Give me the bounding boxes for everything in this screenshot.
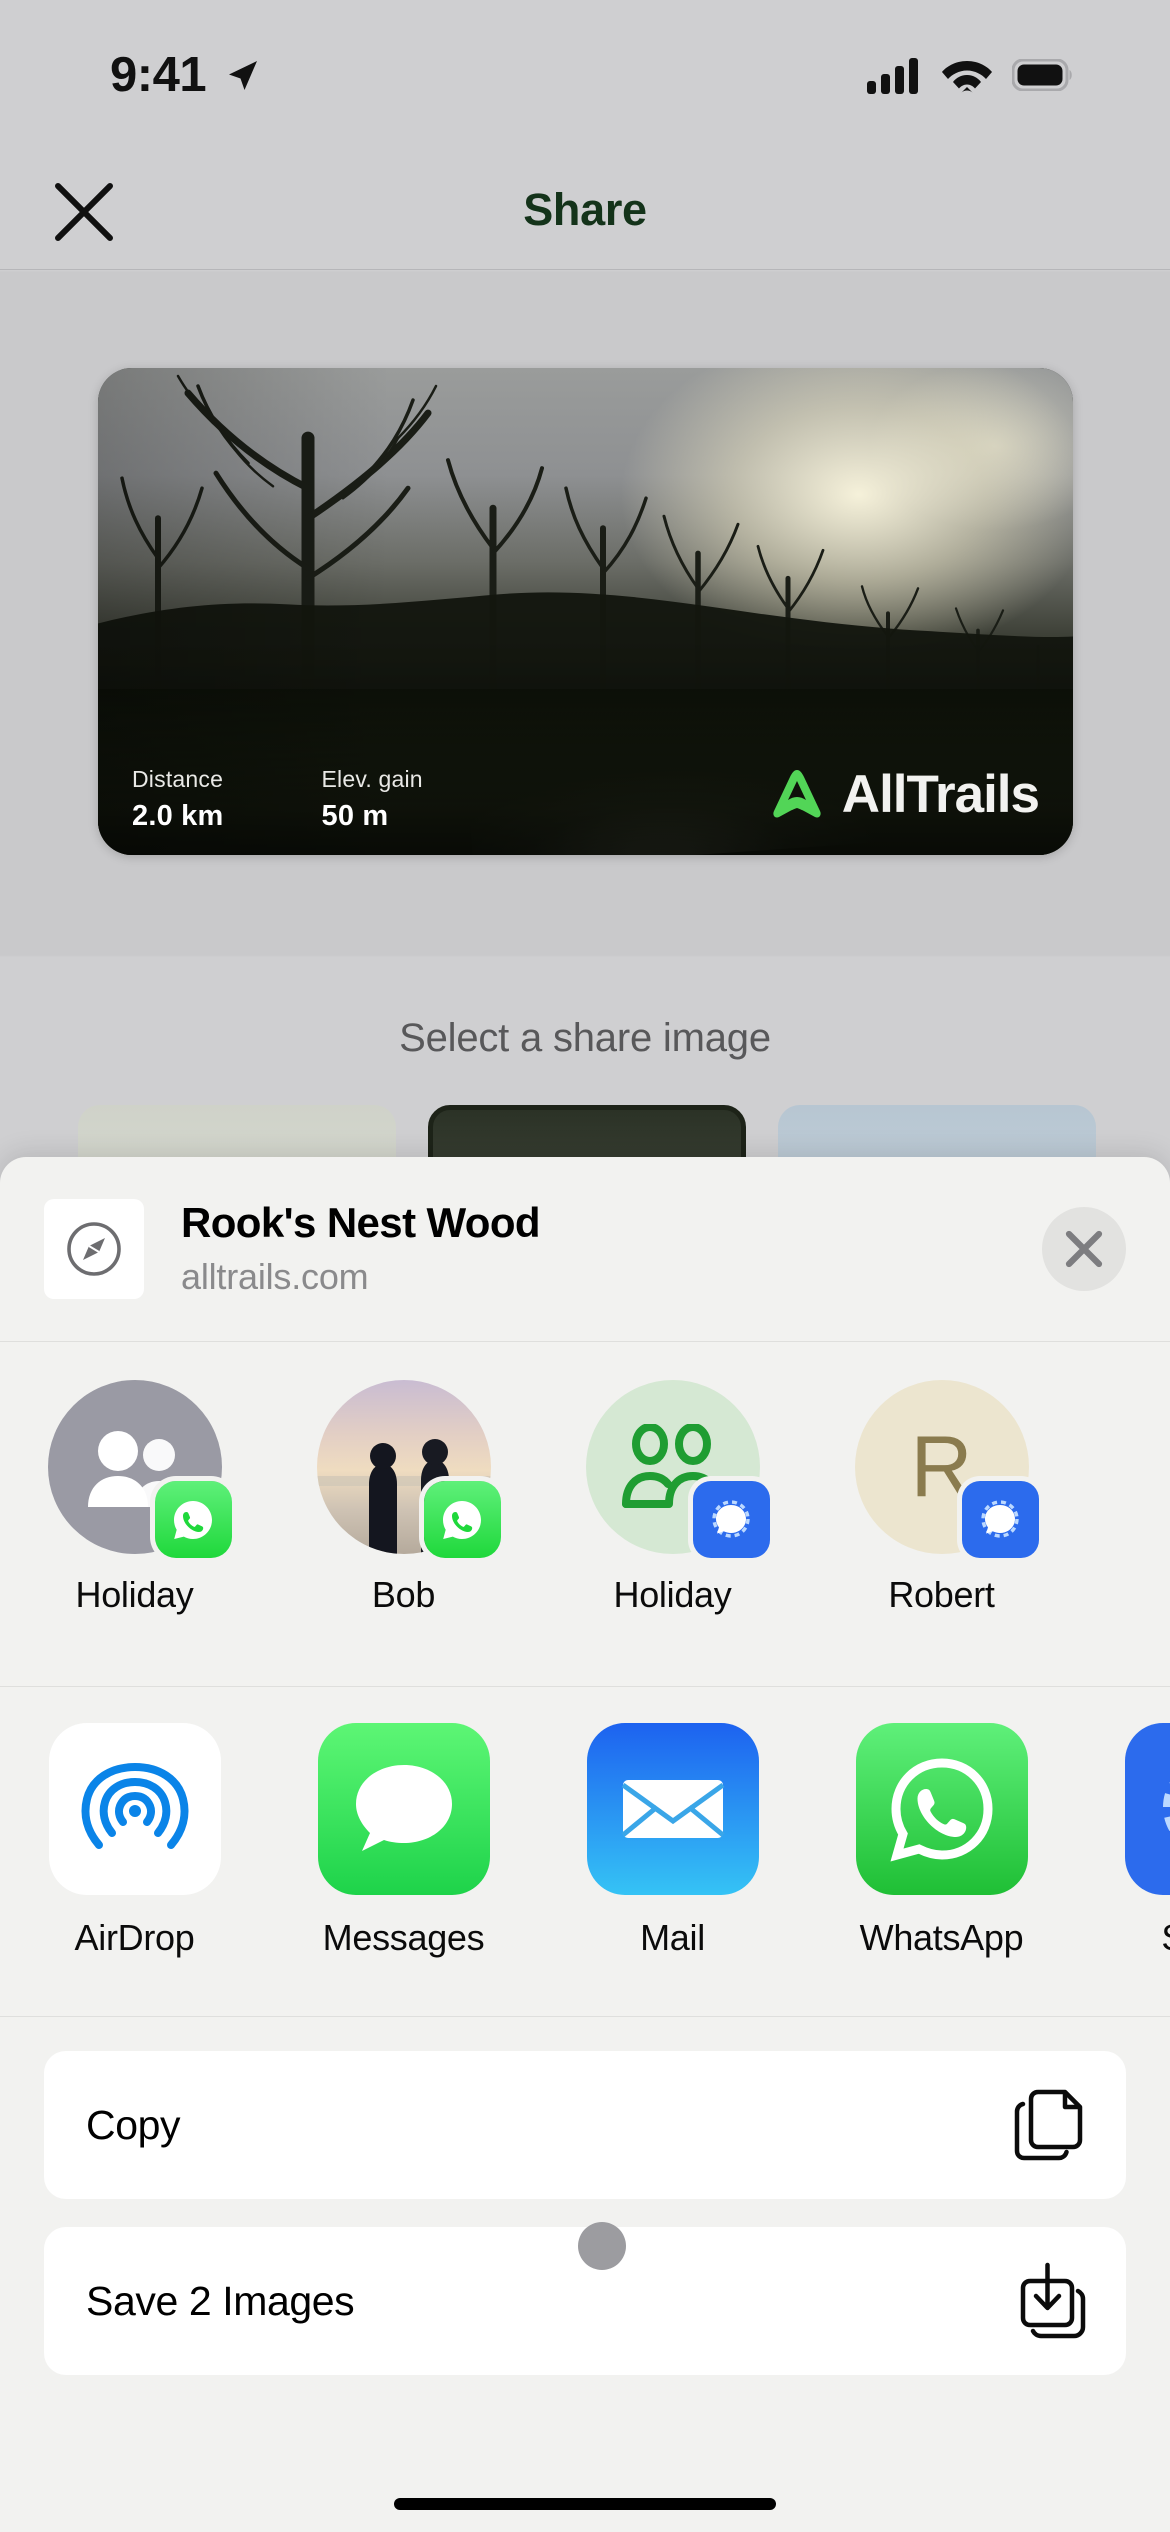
trail-share-card[interactable]: Distance 2.0 km Elev. gain 50 m AllTrail… [98, 368, 1073, 855]
stat-elevation: Elev. gain 50 m [322, 766, 423, 833]
action-label: Copy [86, 2101, 181, 2148]
status-bar-time: 9:41 [110, 48, 207, 102]
page-title: Share [523, 184, 647, 235]
contact-name: Holiday [75, 1574, 194, 1615]
messages-icon [317, 1723, 490, 1895]
touch-indicator [578, 2222, 626, 2270]
battery-full-icon [1012, 59, 1072, 91]
whatsapp-badge-icon [154, 1481, 232, 1558]
avatar-wrap [316, 1380, 501, 1558]
app-name: Signal [1161, 1917, 1170, 1959]
avatar-wrap [585, 1380, 770, 1558]
select-share-image-label: Select a share image [399, 1016, 771, 1060]
app-messages[interactable]: Messages [269, 1723, 538, 1959]
avatar-wrap: R [854, 1380, 1039, 1558]
app-signal[interactable]: Signal [1076, 1723, 1170, 1959]
app-name: Mail [640, 1917, 705, 1958]
suggested-contacts-row: Holiday Bob Holiday R Robert [0, 1342, 1170, 1687]
app-name: WhatsApp [859, 1917, 1024, 1958]
signal-badge-icon [692, 1481, 770, 1558]
status-bar: 9:41 [0, 0, 1170, 150]
ios-share-sheet: Rook's Nest Wood alltrails.com Holiday B… [0, 1157, 1170, 2532]
share-sheet-titles: Rook's Nest Wood alltrails.com [181, 1200, 1042, 1297]
signal-badge-icon [961, 1481, 1039, 1558]
stat-distance-value: 2.0 km [132, 800, 224, 832]
contact-name: Robert [888, 1574, 995, 1615]
stat-elevation-value: 50 m [321, 800, 389, 832]
stat-distance: Distance 2.0 km [132, 766, 224, 833]
app-airdrop[interactable]: AirDrop [0, 1723, 269, 1959]
share-apps-row: AirDrop Messages Mail WhatsApp [0, 1687, 1170, 2017]
nav-header: Share [0, 150, 1170, 270]
signal-icon [1124, 1723, 1170, 1895]
share-actions: Copy Save 2 Images [0, 2017, 1170, 2375]
contact-holiday-signal[interactable]: Holiday [538, 1380, 807, 1616]
contact-robert-signal[interactable]: R Robert [807, 1380, 1076, 1616]
close-x-icon [1065, 1230, 1103, 1268]
share-item-subtitle: alltrails.com [181, 1255, 369, 1297]
whatsapp-icon [855, 1723, 1028, 1895]
share-sheet-header: Rook's Nest Wood alltrails.com [0, 1157, 1170, 1342]
safari-compass-icon [44, 1199, 144, 1299]
location-arrow-icon [229, 61, 258, 90]
wifi-icon [942, 61, 992, 93]
home-indicator[interactable] [394, 2498, 776, 2510]
app-name: Messages [322, 1917, 485, 1958]
save-images-icon [1020, 2262, 1086, 2339]
avatar-wrap [47, 1380, 232, 1558]
share-item-title: Rook's Nest Wood [181, 1199, 541, 1247]
status-bar-left: 9:41 [110, 47, 262, 103]
airdrop-icon [48, 1723, 221, 1895]
stat-elevation-label: Elev. gain [321, 766, 423, 792]
card-stats: Distance 2.0 km Elev. gain 50 m [132, 766, 423, 833]
action-label: Save 2 Images [86, 2277, 355, 2324]
stat-distance-label: Distance [132, 766, 224, 792]
alltrails-mountain-icon [773, 770, 821, 818]
app-whatsapp[interactable]: WhatsApp [807, 1723, 1076, 1959]
cellular-signal-icon [867, 58, 918, 94]
share-sheet-close-button[interactable] [1042, 1207, 1126, 1291]
alltrails-wordmark: AllTrails [841, 764, 1040, 824]
app-name: AirDrop [74, 1917, 195, 1958]
contact-bob-whatsapp[interactable]: Bob [269, 1380, 538, 1616]
app-mail[interactable]: Mail [538, 1723, 807, 1959]
whatsapp-badge-icon [423, 1481, 501, 1558]
contact-name: Bob [371, 1574, 436, 1615]
alltrails-brand: AllTrails [766, 763, 1040, 825]
contact-holiday-whatsapp[interactable]: Holiday [0, 1380, 269, 1616]
action-copy[interactable]: Copy [44, 2051, 1126, 2199]
mail-icon [586, 1723, 759, 1895]
contact-name: Holiday [613, 1574, 732, 1615]
status-bar-right [867, 56, 1074, 94]
copy-documents-icon [1014, 2089, 1083, 2161]
